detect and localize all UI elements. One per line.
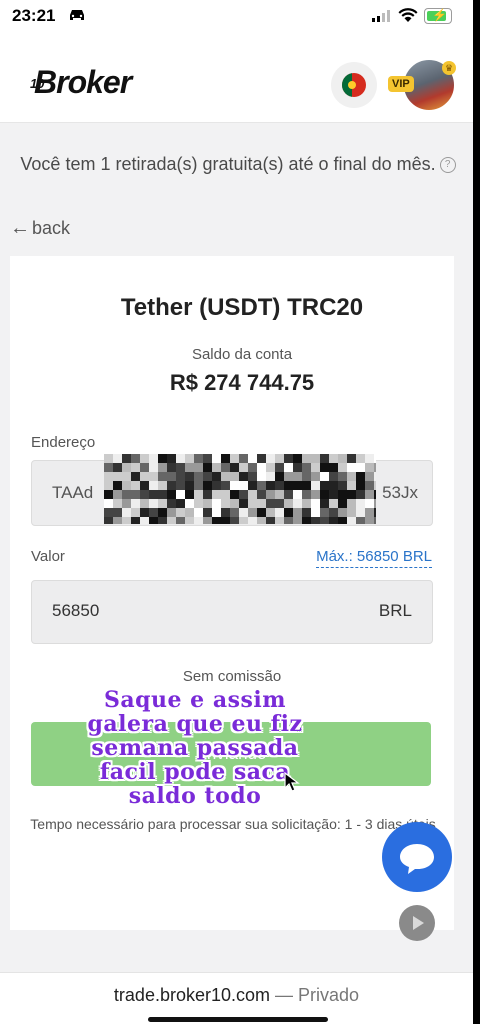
- overlay-caption: Saque e assim galera que eu fiz semana p…: [30, 688, 360, 808]
- address-label: Endereço: [31, 434, 96, 451]
- flag-portugal-icon: [342, 73, 366, 97]
- browser-address-bar[interactable]: trade.broker10.com — Privado: [0, 972, 473, 1024]
- battery-icon: ⚡: [424, 8, 452, 24]
- processing-time: Tempo necessário para processar sua soli…: [30, 816, 436, 832]
- app-header: 10 Broker VIP ♛: [0, 36, 473, 123]
- play-icon: [413, 916, 424, 930]
- address-redaction: [104, 454, 376, 524]
- app-screen: 23:21 ⚡ 10 Broker VIP ♛ Você tem 1 retir…: [0, 0, 473, 1024]
- chat-button[interactable]: [382, 822, 452, 892]
- address-end: 53Jx: [382, 483, 418, 502]
- caption-line: facil pode saca: [99, 759, 291, 785]
- url-domain: trade.broker10.com: [113, 985, 270, 1005]
- caption-line: semana passada: [91, 735, 299, 761]
- amount-input[interactable]: 56850: [52, 601, 99, 621]
- profile-button[interactable]: VIP ♛: [388, 58, 456, 112]
- back-arrow-icon: ←: [10, 217, 30, 239]
- back-link[interactable]: ← back: [10, 217, 70, 240]
- back-label: back: [32, 218, 71, 238]
- device-edge: [473, 0, 480, 1024]
- vip-badge: VIP: [388, 76, 414, 92]
- play-button[interactable]: [399, 905, 435, 941]
- address-start: TAAd: [52, 483, 94, 502]
- car-icon: [70, 10, 84, 20]
- url-text: trade.broker10.com — Privado: [0, 985, 473, 1006]
- max-amount-link[interactable]: Máx.: 56850 BRL: [316, 548, 432, 568]
- signal-icon: [372, 10, 390, 22]
- help-icon[interactable]: ?: [439, 157, 456, 174]
- url-separator: —: [275, 985, 294, 1005]
- cursor-icon: [284, 772, 300, 792]
- balance-label: Saldo da conta: [191, 346, 293, 363]
- wifi-icon: [398, 8, 418, 22]
- free-withdrawal-notice: Você tem 1 retirada(s) gratuita(s) até o…: [18, 150, 458, 178]
- chat-icon: [400, 844, 434, 874]
- language-button[interactable]: [331, 62, 377, 108]
- home-indicator[interactable]: [148, 1017, 328, 1022]
- caption-line: saldo todo: [128, 783, 262, 809]
- notice-text: Você tem 1 retirada(s) gratuita(s) até o…: [20, 154, 436, 174]
- crown-icon: ♛: [442, 61, 456, 75]
- caption-line: galera que eu fiz: [87, 711, 303, 737]
- coin-title: Tether (USDT) TRC20: [120, 294, 364, 321]
- status-time: 23:21: [12, 6, 56, 25]
- logo-text: Broker: [34, 64, 132, 100]
- private-mode-label: Privado: [298, 985, 360, 1005]
- balance-value: R$ 274 744.75: [169, 370, 315, 395]
- status-bar: 23:21 ⚡: [0, 0, 473, 36]
- caption-line: Saque e assim: [104, 687, 286, 713]
- amount-label: Valor: [31, 548, 65, 565]
- fee-text: Sem comissão: [182, 668, 282, 685]
- amount-currency: BRL: [378, 601, 412, 620]
- amount-field[interactable]: 56850 BRL: [31, 580, 433, 644]
